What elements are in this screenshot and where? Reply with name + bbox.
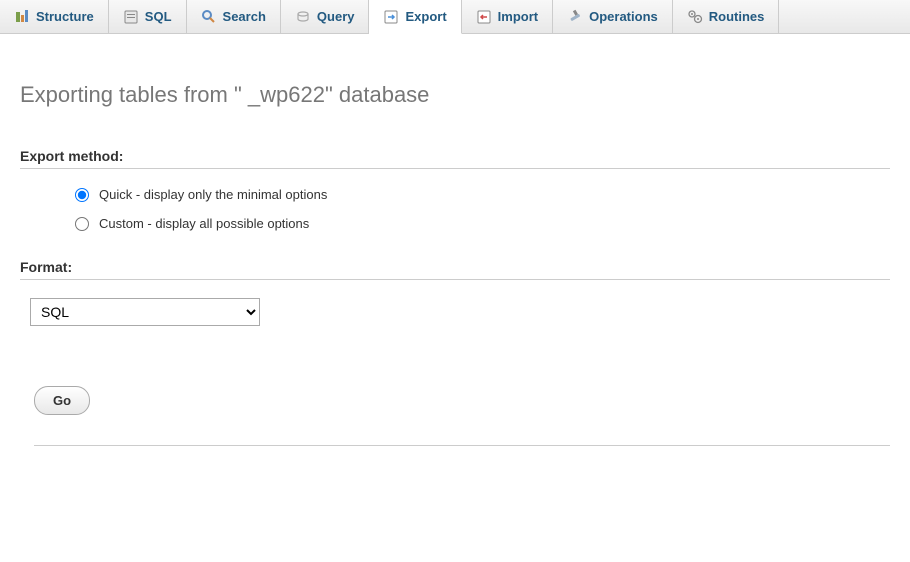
export-method-legend: Export method: <box>20 148 890 169</box>
tab-routines[interactable]: Routines <box>673 0 780 33</box>
tab-label: SQL <box>145 9 172 24</box>
export-method-group: Quick - display only the minimal options… <box>20 187 890 231</box>
go-button[interactable]: Go <box>34 386 90 415</box>
export-icon <box>383 9 399 25</box>
tab-label: Operations <box>589 9 658 24</box>
go-button-wrap: Go <box>34 386 890 446</box>
query-icon <box>295 9 311 25</box>
tab-structure[interactable]: Structure <box>0 0 109 33</box>
tab-operations[interactable]: Operations <box>553 0 673 33</box>
tab-label: Export <box>405 9 446 24</box>
tab-label: Import <box>498 9 538 24</box>
radio-quick[interactable] <box>75 188 89 202</box>
format-legend: Format: <box>20 259 890 280</box>
sql-icon <box>123 9 139 25</box>
tab-label: Routines <box>709 9 765 24</box>
tab-search[interactable]: Search <box>187 0 281 33</box>
page-title: Exporting tables from " _wp622" database <box>20 82 890 108</box>
tab-query[interactable]: Query <box>281 0 370 33</box>
format-select-wrap: SQL <box>30 298 890 326</box>
operations-icon <box>567 9 583 25</box>
tab-label: Query <box>317 9 355 24</box>
tab-label: Structure <box>36 9 94 24</box>
radio-quick-row: Quick - display only the minimal options <box>75 187 890 202</box>
tab-bar: Structure SQL Search Query Export Import <box>0 0 910 34</box>
import-icon <box>476 9 492 25</box>
search-icon <box>201 9 217 25</box>
radio-custom-row: Custom - display all possible options <box>75 216 890 231</box>
tab-export[interactable]: Export <box>369 0 461 34</box>
tab-label: Search <box>223 9 266 24</box>
structure-icon <box>14 9 30 25</box>
format-select[interactable]: SQL <box>30 298 260 326</box>
radio-quick-label: Quick - display only the minimal options <box>99 187 327 202</box>
radio-custom-label: Custom - display all possible options <box>99 216 309 231</box>
radio-custom[interactable] <box>75 217 89 231</box>
main-content: Exporting tables from " _wp622" database… <box>0 34 910 474</box>
tab-sql[interactable]: SQL <box>109 0 187 33</box>
routines-icon <box>687 9 703 25</box>
tab-import[interactable]: Import <box>462 0 553 33</box>
